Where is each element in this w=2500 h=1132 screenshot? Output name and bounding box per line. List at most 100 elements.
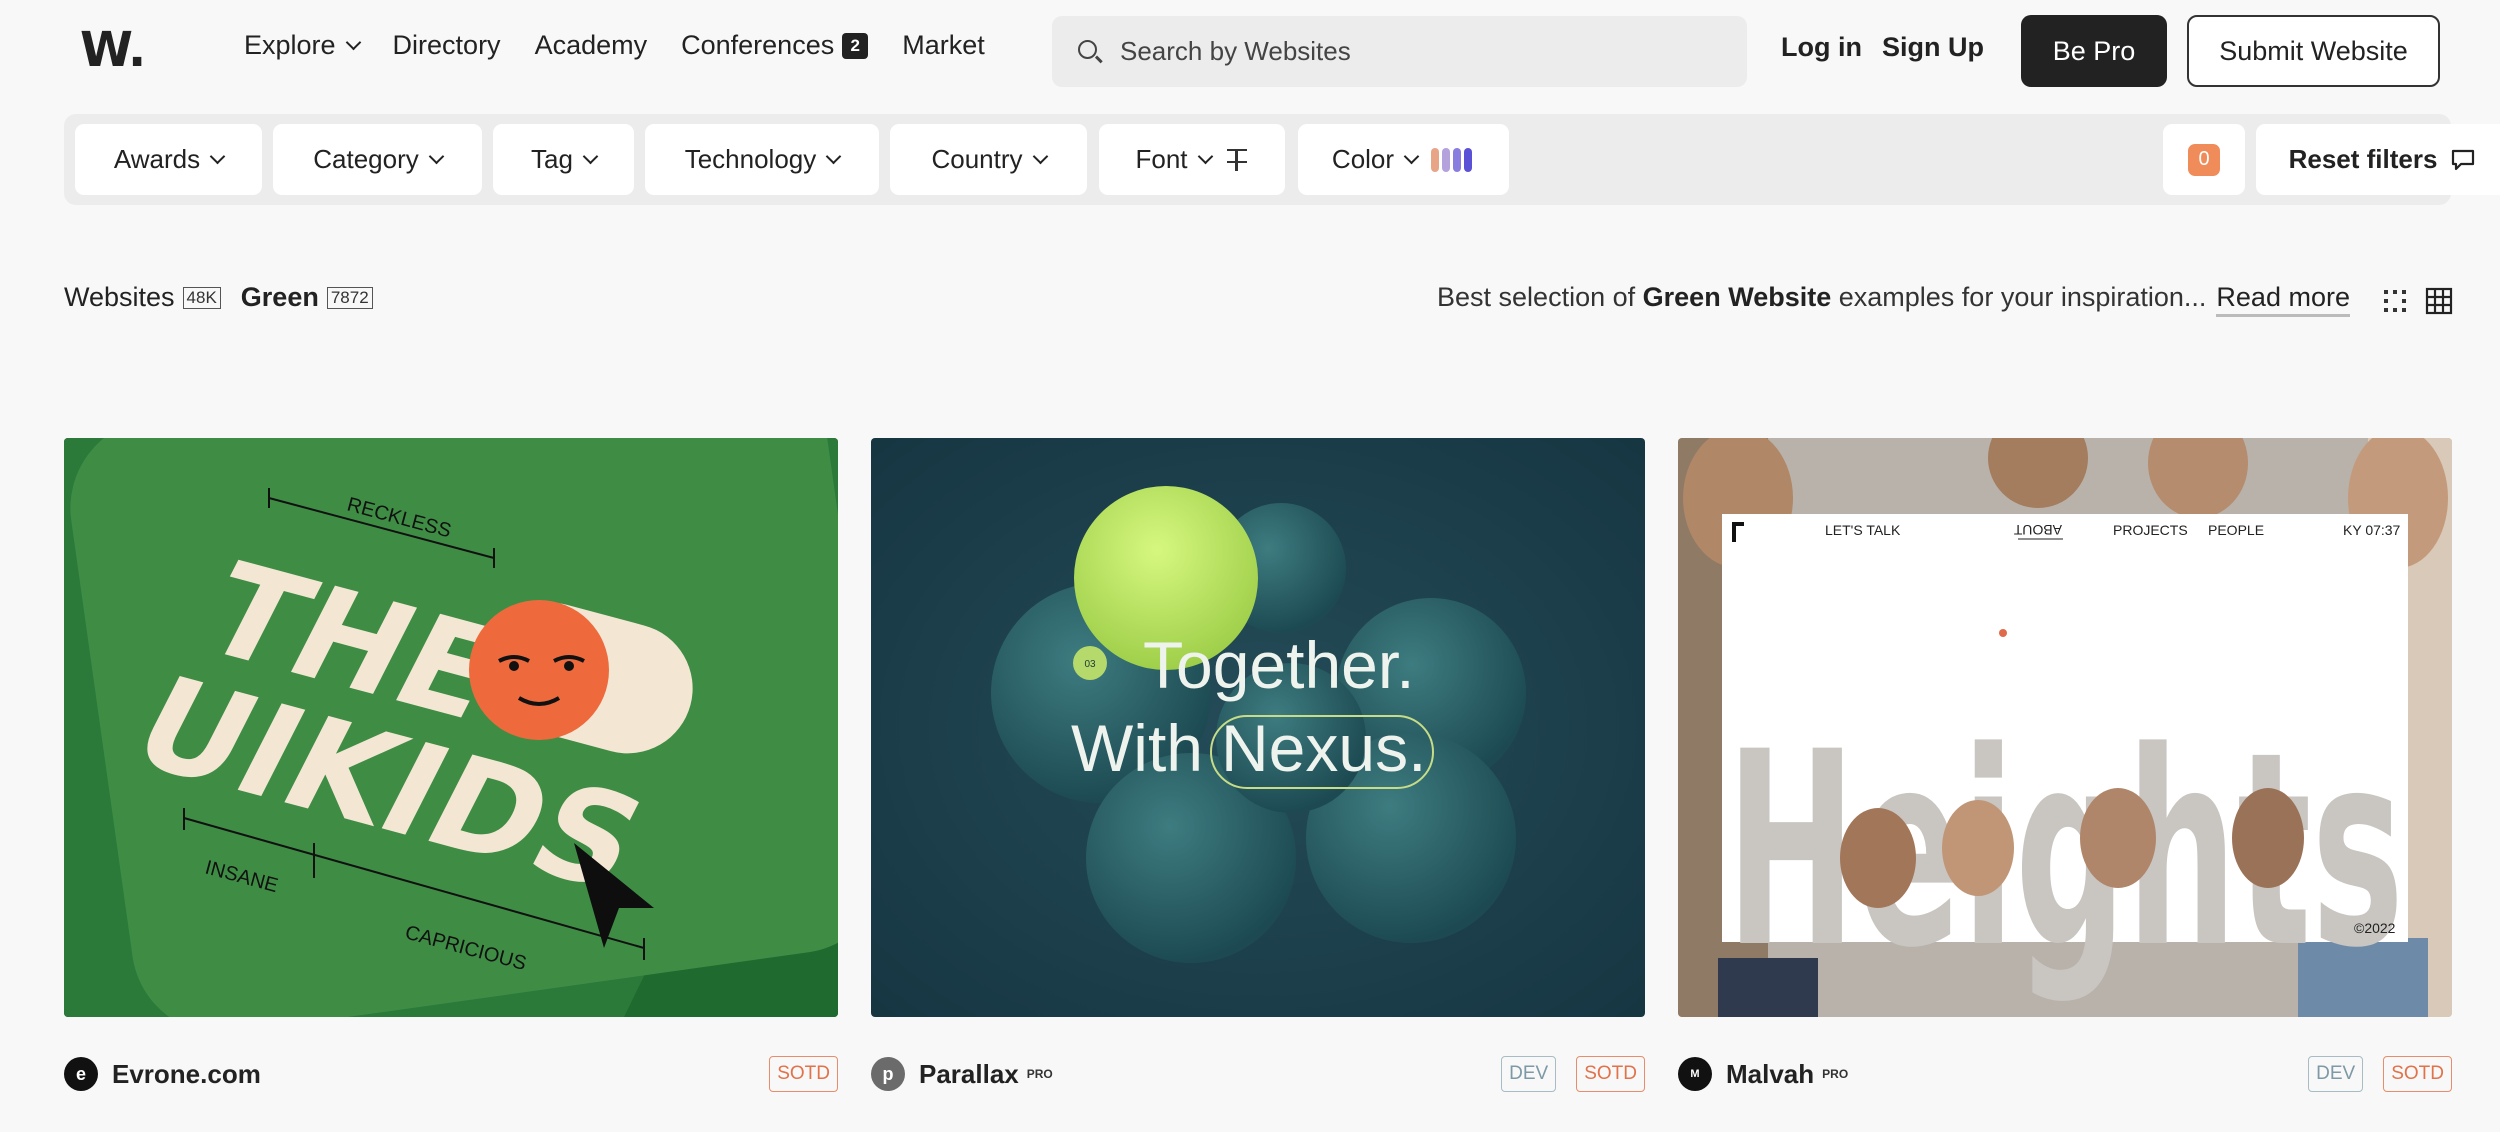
art-line2a: With [1071, 711, 1203, 785]
website-card: LET'S TALK ABOUT PROJECTS PEOPLE KY 07:3… [1678, 438, 2452, 1092]
table-view-icon[interactable] [2425, 287, 2453, 315]
page-description: Best selection of Green Website examples… [1437, 282, 2350, 317]
art-copyright: ©2022 [2354, 920, 2396, 936]
art-time: KY 07:37 [2343, 522, 2401, 538]
filter-color[interactable]: Color [1298, 124, 1509, 195]
filter-tag-label: Tag [531, 144, 573, 174]
breadcrumb-websites[interactable]: Websites [64, 282, 175, 313]
dev-badge[interactable]: DEV [2308, 1056, 2364, 1092]
award-badges: DEV SOTD [1481, 1056, 1645, 1092]
chevron-down-icon [1403, 148, 1420, 165]
signup-link[interactable]: Sign Up [1882, 32, 1984, 63]
color-swatch [1431, 147, 1440, 172]
search-icon [1076, 38, 1104, 66]
chevron-down-icon [209, 148, 226, 165]
nav-academy[interactable]: Academy [535, 30, 648, 61]
chevron-down-icon [825, 148, 842, 165]
font-icon [1225, 147, 1249, 173]
website-card: 03 Together. With Nexus. p Parallax PRO … [871, 438, 1645, 1092]
search-bar[interactable] [1052, 16, 1747, 87]
filter-awards-label: Awards [113, 144, 201, 174]
search-input[interactable] [1120, 36, 1720, 67]
filter-awards[interactable]: Awards [75, 124, 262, 195]
reset-filters-button[interactable]: Reset filters [2256, 124, 2500, 195]
nav-market-label: Market [902, 30, 985, 60]
sotd-badge[interactable]: SOTD [769, 1056, 838, 1092]
site-avatar[interactable]: e [64, 1057, 98, 1091]
chevron-down-icon [1197, 148, 1213, 165]
nav-academy-label: Academy [534, 30, 648, 60]
reset-filters-label: Reset filters [2288, 144, 2438, 174]
filter-font[interactable]: Font [1099, 124, 1285, 195]
website-thumbnail[interactable]: 03 Together. With Nexus. [871, 438, 1645, 1017]
submit-website-button[interactable]: Submit Website [2187, 15, 2440, 87]
filter-tag[interactable]: Tag [493, 124, 634, 195]
color-swatches-icon [1431, 147, 1475, 172]
evrone-artwork: RECKLESS INSANE CAPRICIOUS THE UIKIDS [64, 438, 838, 1017]
chevron-down-icon [428, 148, 445, 165]
websites-count: 48K [182, 286, 221, 309]
art-nav4: PEOPLE [2208, 522, 2264, 538]
award-badges: SOTD [749, 1056, 838, 1092]
breadcrumb: Websites 48K Green 7872 [64, 282, 373, 313]
art-nav3: PROJECTS [2113, 522, 2188, 538]
dev-badge[interactable]: DEV [1501, 1056, 1557, 1092]
reset-icon [2452, 149, 2475, 170]
desc-suffix: examples for your inspiration... [1838, 282, 2207, 312]
site-avatar[interactable]: M [1678, 1057, 1712, 1091]
parallax-artwork: 03 Together. With Nexus. [871, 438, 1645, 1017]
site-avatar[interactable]: p [871, 1057, 905, 1091]
top-navigation: W. Explore Directory Academy Conferences… [0, 0, 2500, 100]
nav-conferences-label: Conferences [681, 30, 835, 60]
color-swatch [1442, 147, 1451, 172]
website-meta: e Evrone.com SOTD [64, 1053, 838, 1095]
nav-directory-label: Directory [392, 30, 501, 60]
sotd-badge[interactable]: SOTD [2383, 1056, 2452, 1092]
art-nav1: LET'S TALK [1825, 522, 1901, 538]
filter-technology-label: Technology [684, 144, 817, 174]
chevron-down-icon [582, 148, 599, 165]
site-name[interactable]: Parallax [919, 1059, 1019, 1090]
site-logo[interactable]: W. [80, 22, 146, 78]
filter-country-label: Country [931, 144, 1023, 174]
website-thumbnail[interactable]: RECKLESS INSANE CAPRICIOUS THE UIKIDS [64, 438, 838, 1017]
award-badges: DEV SOTD [2288, 1056, 2452, 1092]
filter-category[interactable]: Category [273, 124, 482, 195]
breadcrumb-current: Green [240, 282, 319, 312]
art-nav2: ABOUT [2013, 522, 2062, 538]
login-link[interactable]: Log in [1781, 32, 1862, 63]
art-line2b: Nexus. [1221, 711, 1426, 785]
nav-directory[interactable]: Directory [393, 30, 501, 61]
read-more-link[interactable]: Read more [2216, 282, 2350, 317]
filter-country[interactable]: Country [890, 124, 1087, 195]
sotd-badge[interactable]: SOTD [1576, 1056, 1645, 1092]
filter-technology[interactable]: Technology [645, 124, 879, 195]
filter-color-label: Color [1331, 144, 1395, 174]
nav-market[interactable]: Market [902, 30, 985, 61]
site-name[interactable]: Malvah [1726, 1059, 1814, 1090]
be-pro-button[interactable]: Be Pro [2021, 15, 2167, 87]
color-swatch [1464, 147, 1473, 172]
site-name[interactable]: Evrone.com [112, 1059, 261, 1090]
chevron-down-icon [345, 34, 361, 51]
filter-bar: Awards Category Tag Technology Country F… [64, 114, 2500, 205]
pro-label: PRO [1026, 1067, 1053, 1081]
art-number: 03 [1084, 659, 1096, 670]
grid-view-icon[interactable] [2381, 287, 2409, 315]
nav-explore-label: Explore [244, 30, 336, 60]
filter-category-label: Category [313, 144, 419, 174]
nav-conferences[interactable]: Conferences 2 [681, 30, 869, 61]
active-filter-count: 0 [2163, 124, 2245, 195]
chevron-down-icon [1032, 148, 1048, 165]
desc-highlight: Green Website [1642, 282, 1832, 312]
conferences-count-badge: 2 [842, 32, 869, 59]
filter-font-label: Font [1135, 144, 1188, 174]
website-thumbnail[interactable]: LET'S TALK ABOUT PROJECTS PEOPLE KY 07:3… [1678, 438, 2452, 1017]
nav-explore[interactable]: Explore [244, 30, 361, 61]
main-nav: Explore Directory Academy Conferences 2 … [244, 30, 1019, 61]
malvah-artwork: LET'S TALK ABOUT PROJECTS PEOPLE KY 07:3… [1678, 438, 2452, 1017]
art-line1: Together. [1143, 628, 1415, 702]
current-count: 7872 [326, 286, 373, 309]
website-card: RECKLESS INSANE CAPRICIOUS THE UIKIDS e … [64, 438, 838, 1092]
website-meta: M Malvah PRO DEV SOTD [1678, 1053, 2452, 1095]
